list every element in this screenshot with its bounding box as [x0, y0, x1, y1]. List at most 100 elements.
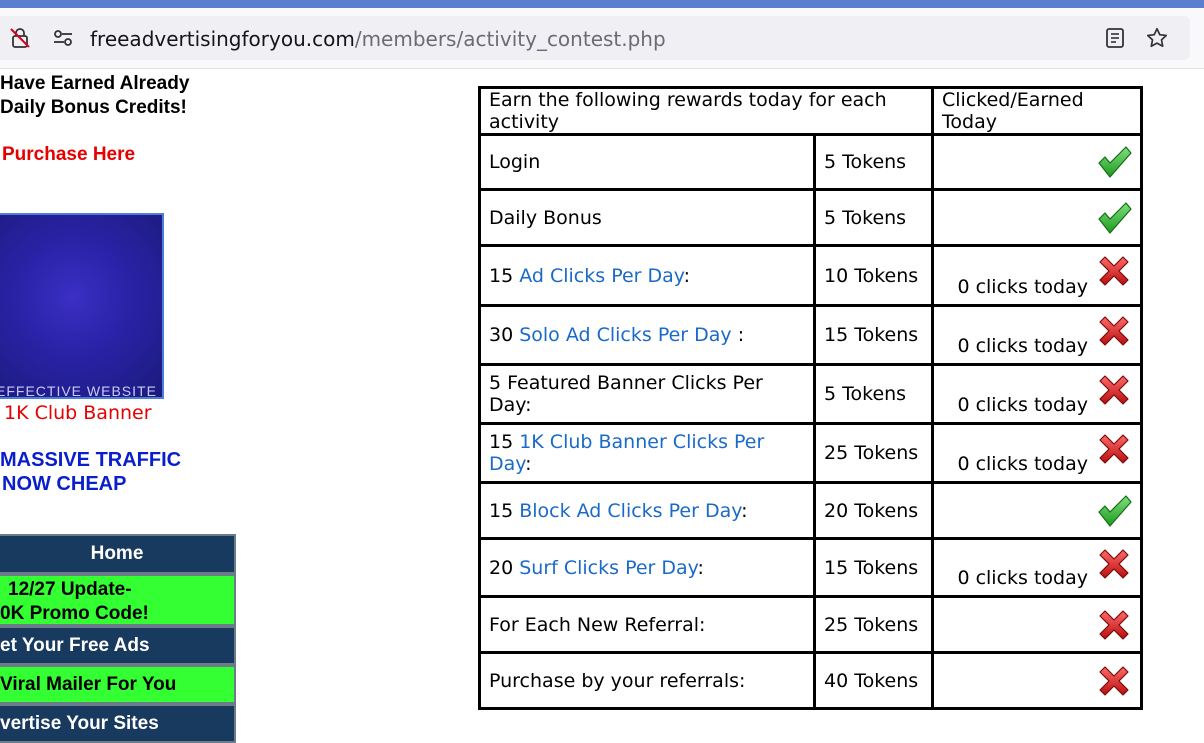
club-banner-link[interactable]: 1K Club Banner	[4, 402, 152, 424]
tokens-cell: 20 Tokens	[813, 481, 934, 540]
rewards-rows: Login 5 Tokens Daily Bonus 5 Tokens 15 Ad Cl…	[478, 133, 1143, 710]
activity-text: Daily Bonus	[489, 206, 602, 229]
sidebar-menu: Home 12/27 Update- 0K Promo Code! et You…	[0, 534, 236, 743]
tokens-cell: 5 Tokens	[813, 133, 934, 191]
clicks-today-text: 0 clicks today	[957, 335, 1088, 357]
table-row: 15 Ad Clicks Per Day: 10 Tokens 0 clicks t…	[478, 244, 1143, 307]
table-row: 15 1K Club Banner Clicks Per Day: 25 Toke…	[478, 422, 1143, 484]
status-cell	[931, 481, 1143, 540]
tokens-cell: 10 Tokens	[813, 244, 934, 307]
clicks-today-text: 0 clicks today	[957, 276, 1088, 298]
menu-item-free-ads[interactable]: et Your Free Ads	[0, 626, 236, 665]
table-row: Login 5 Tokens	[478, 133, 1143, 191]
check-icon	[1098, 201, 1132, 234]
activity-text: Purchase by your referrals:	[489, 669, 746, 692]
earned-line-1: Have Earned Already	[0, 73, 190, 94]
activity-cell: Daily Bonus	[478, 188, 816, 247]
tokens-cell: 5 Tokens	[813, 363, 934, 425]
massive-traffic-link[interactable]: MASSIVE TRAFFIC NOW CHEAP	[0, 448, 181, 496]
menu-item-home[interactable]: Home	[0, 534, 236, 574]
banner-text: EFFECTIVE WEBSITE	[0, 383, 157, 399]
status-cell: 0 clicks today	[931, 363, 1143, 425]
activity-text: 15	[489, 499, 520, 522]
purchase-link[interactable]: Purchase Here	[2, 144, 135, 166]
activity-text: 15	[489, 264, 520, 287]
url-text[interactable]: freeadvertisingforyou.com/members/activi…	[90, 27, 666, 51]
bookmark-star-icon[interactable]	[1145, 26, 1169, 50]
clicks-today-text: 0 clicks today	[957, 453, 1088, 475]
reader-view-icon[interactable]	[1103, 26, 1127, 50]
status-cell: 0 clicks today	[931, 422, 1143, 484]
activity-cell: For Each New Referral:	[478, 595, 816, 654]
table-row: 30 Solo Ad Clicks Per Day :15 Tokens 0 cl…	[478, 304, 1143, 366]
status-cell	[931, 188, 1143, 247]
activity-text: Login	[489, 151, 541, 173]
menu-item-advertise[interactable]: vertise Your Sites	[0, 704, 236, 743]
activity-link[interactable]: Ad Clicks Per Day	[519, 265, 683, 287]
status-cell: 0 clicks today	[931, 304, 1143, 366]
activity-cell: 15 1K Club Banner Clicks Per Day:	[478, 422, 816, 484]
url-path: /members/activity_contest.php	[354, 27, 666, 51]
activity-suffix: :	[697, 556, 704, 579]
status-cell: 0 clicks today	[931, 244, 1143, 307]
activity-cell: Login	[478, 133, 816, 191]
table-row: 20 Surf Clicks Per Day: 15 Tokens 0 clicks…	[478, 537, 1143, 598]
activity-cell: Purchase by your referrals:	[478, 651, 816, 710]
activity-cell: 15 Block Ad Clicks Per Day:	[478, 481, 816, 540]
tokens-cell: 15 Tokens	[813, 537, 934, 598]
activity-link[interactable]: Solo Ad Clicks Per Day	[519, 324, 731, 346]
table-row: Purchase by your referrals: 40 Tokens	[478, 651, 1143, 710]
tokens-cell: 5 Tokens	[813, 188, 934, 247]
browser-top-bar	[0, 0, 1204, 8]
cross-icon	[1099, 316, 1129, 346]
status-cell	[931, 595, 1143, 654]
menu-item-viral-mailer[interactable]: Viral Mailer For You	[0, 665, 236, 704]
activity-cell: 15 Ad Clicks Per Day:	[478, 244, 816, 307]
activity-text: 30	[489, 324, 520, 346]
clicks-today-text: 0 clicks today	[957, 394, 1088, 416]
tokens-cell: 25 Tokens	[813, 595, 934, 654]
status-cell: 0 clicks today	[931, 537, 1143, 598]
activity-text: 20	[489, 556, 520, 579]
tokens-cell: 15 Tokens	[813, 304, 934, 366]
rewards-table: Earn the following rewards today for eac…	[478, 86, 1143, 710]
cross-icon	[1099, 434, 1129, 464]
activity-suffix: :	[741, 499, 748, 522]
activity-cell: 30 Solo Ad Clicks Per Day :	[478, 304, 816, 366]
table-header-row: Earn the following rewards today for eac…	[478, 86, 1143, 136]
menu-update-line-2: 0K Promo Code!	[0, 603, 149, 624]
cross-icon	[1099, 256, 1129, 286]
check-icon	[1098, 494, 1132, 527]
cross-icon	[1099, 549, 1129, 579]
status-cell	[931, 651, 1143, 710]
permissions-icon[interactable]	[51, 26, 75, 50]
table-row: For Each New Referral: 25 Tokens	[478, 595, 1143, 654]
activity-text: 15	[489, 431, 520, 453]
club-banner-image[interactable]: EFFECTIVE WEBSITE	[0, 213, 164, 399]
cross-icon	[1099, 375, 1129, 405]
menu-item-update[interactable]: 12/27 Update- 0K Promo Code!	[0, 574, 236, 626]
check-icon	[1098, 146, 1132, 178]
left-sidebar: Have Earned Already Daily Bonus Credits!…	[0, 68, 240, 743]
menu-update-line-1: 12/27 Update-	[8, 579, 132, 600]
table-row: Daily Bonus 5 Tokens	[478, 188, 1143, 247]
tokens-cell: 40 Tokens	[813, 651, 934, 710]
table-row: 15 Block Ad Clicks Per Day: 20 Tokens	[478, 481, 1143, 540]
tokens-cell: 25 Tokens	[813, 422, 934, 484]
insecure-lock-icon[interactable]	[8, 26, 32, 50]
earned-credits-text: Have Earned Already Daily Bonus Credits!	[0, 72, 189, 120]
cross-icon	[1099, 609, 1129, 640]
activity-text: For Each New Referral:	[489, 613, 706, 636]
activity-suffix: :	[525, 453, 532, 475]
address-bar[interactable]: freeadvertisingforyou.com/members/activi…	[0, 8, 1204, 69]
cross-icon	[1099, 665, 1129, 696]
table-row: 5 Featured Banner Clicks Per Day: 5 Token…	[478, 363, 1143, 425]
activity-cell: 20 Surf Clicks Per Day:	[478, 537, 816, 598]
url-domain: freeadvertisingforyou.com	[90, 27, 355, 51]
promo-line-2: NOW CHEAP	[2, 473, 127, 495]
activity-link[interactable]: Surf Clicks Per Day	[519, 557, 697, 579]
activity-link[interactable]: Block Ad Clicks Per Day	[519, 500, 741, 522]
earned-line-2: Daily Bonus Credits!	[0, 97, 187, 118]
activity-suffix: :	[683, 264, 691, 287]
header-status: Clicked/Earned Today	[931, 86, 1143, 136]
